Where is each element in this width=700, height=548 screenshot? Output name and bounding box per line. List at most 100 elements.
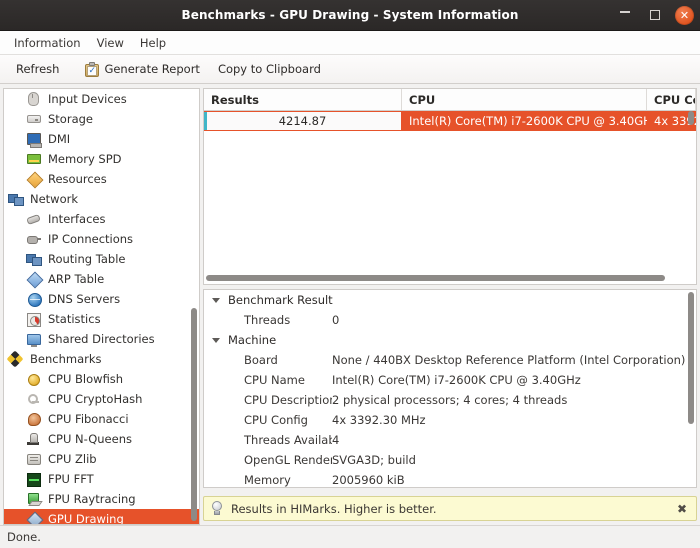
sidebar-item-cpu-fibonacci[interactable]: CPU Fibonacci	[4, 409, 199, 429]
details-value: 0	[332, 313, 696, 327]
maximize-icon	[650, 10, 660, 20]
details-row[interactable]: CPU Description2 physical processors; 4 …	[204, 390, 696, 410]
results-vertical-scrollbar-thumb[interactable]	[688, 111, 694, 125]
sidebar-item-ip-connections[interactable]: IP Connections	[4, 229, 199, 249]
details-value: 2 physical processors; 4 cores; 4 thread…	[332, 393, 696, 407]
menu-item-view[interactable]: View	[89, 34, 132, 52]
details-row[interactable]: CPU NameIntel(R) Core(TM) i7-2600K CPU @…	[204, 370, 696, 390]
menu-item-help[interactable]: Help	[132, 34, 174, 52]
sidebar-scrollbar-thumb[interactable]	[191, 308, 197, 521]
sidebar-item-shared-directories[interactable]: Shared Directories	[4, 329, 199, 349]
details-pane[interactable]: Benchmark Result Threads0MachineBoardNone…	[203, 289, 697, 488]
sidebar-item-fpu-raytracing[interactable]: FPU Raytracing	[4, 489, 199, 509]
details-value: 4x 3392.30 MHz	[332, 413, 696, 427]
details-row[interactable]: CPU Config4x 3392.30 MHz	[204, 410, 696, 430]
details-key: CPU Name	[204, 373, 332, 387]
chevron-down-icon[interactable]	[208, 338, 224, 343]
lightbulb-icon	[210, 501, 224, 516]
hint-bar: Results in HIMarks. Higher is better. ✖	[203, 496, 697, 521]
sidebar-item-label: Shared Directories	[48, 329, 155, 349]
sidebar-item-network[interactable]: Network	[4, 189, 199, 209]
minimize-button[interactable]	[615, 2, 635, 28]
results-vertical-scrollbar[interactable]	[686, 111, 695, 261]
details-list: Benchmark Result Threads0MachineBoardNone…	[204, 290, 696, 488]
diamond-orange-icon	[26, 171, 42, 187]
cell-cpu[interactable]: Intel(R) Core(TM) i7-2600K CPU @ 3.40GHz	[402, 111, 647, 131]
globe-icon	[26, 291, 42, 307]
details-key: CPU Config	[204, 413, 332, 427]
sidebar-item-input-devices[interactable]: Input Devices	[4, 89, 199, 109]
chevron-down-icon[interactable]	[208, 298, 224, 303]
results-table[interactable]: Results CPU CPU Cor 4214.87 Intel(R) Cor…	[203, 88, 697, 285]
sidebar-item-dmi[interactable]: DMI	[4, 129, 199, 149]
status-text: Done.	[7, 530, 41, 544]
table-row[interactable]: 4214.87 Intel(R) Core(TM) i7-2600K CPU @…	[204, 111, 696, 131]
sidebar-item-routing-table[interactable]: Routing Table	[4, 249, 199, 269]
details-row[interactable]: Threads Available4	[204, 430, 696, 450]
sidebar-item-cpu-cryptohash[interactable]: CPU CryptoHash	[4, 389, 199, 409]
refresh-button[interactable]: Refresh	[8, 59, 67, 79]
clipboard-icon: ✓	[85, 62, 99, 77]
sidebar-tree[interactable]: Input DevicesStorageDMIMemory SPDResourc…	[3, 88, 200, 525]
blowfish-icon	[26, 371, 42, 387]
details-key: CPU Description	[204, 393, 332, 407]
sidebar-item-label: DNS Servers	[48, 289, 120, 309]
hint-close-icon[interactable]: ✖	[674, 502, 690, 516]
details-scrollbar-thumb[interactable]	[688, 292, 694, 424]
generate-report-button[interactable]: ✓ Generate Report	[77, 59, 208, 80]
details-scrollbar[interactable]	[686, 292, 695, 485]
sidebar-item-memory-spd[interactable]: Memory SPD	[4, 149, 199, 169]
sidebar-item-label: Benchmarks	[30, 349, 102, 369]
sidebar-item-resources[interactable]: Resources	[4, 169, 199, 189]
results-horizontal-scrollbar[interactable]	[206, 273, 684, 282]
sidebar-item-label: GPU Drawing	[48, 509, 124, 525]
main-content: Input DevicesStorageDMIMemory SPDResourc…	[0, 84, 700, 525]
details-row[interactable]: Threads0	[204, 310, 696, 330]
details-row[interactable]: OpenGL RendererSVGA3D; build	[204, 450, 696, 470]
details-row[interactable]: Memory2005960 kiB	[204, 470, 696, 488]
sidebar-item-dns-servers[interactable]: DNS Servers	[4, 289, 199, 309]
details-group-benchmark-result[interactable]: Benchmark Result	[204, 290, 696, 310]
toolbar: Refresh ✓ Generate Report Copy to Clipbo…	[0, 55, 700, 84]
sidebar-item-label: Memory SPD	[48, 149, 122, 169]
sidebar-item-cpu-blowfish[interactable]: CPU Blowfish	[4, 369, 199, 389]
sidebar-item-statistics[interactable]: Statistics	[4, 309, 199, 329]
sidebar-item-benchmarks[interactable]: Benchmarks	[4, 349, 199, 369]
menu-bar: Information View Help	[0, 31, 700, 55]
generate-report-label: Generate Report	[104, 62, 200, 76]
sidebar-item-label: CPU Fibonacci	[48, 409, 129, 429]
close-button[interactable]: ✕	[675, 6, 694, 25]
details-value: SVGA3D; build	[332, 453, 696, 467]
sidebar-item-arp-table[interactable]: ARP Table	[4, 269, 199, 289]
sidebar-item-label: Statistics	[48, 309, 101, 329]
details-group-machine[interactable]: Machine	[204, 330, 696, 350]
results-horizontal-scrollbar-thumb[interactable]	[206, 275, 665, 281]
refresh-label: Refresh	[16, 62, 59, 76]
details-key: Board	[204, 353, 332, 367]
menu-item-information[interactable]: Information	[6, 34, 89, 52]
cell-results[interactable]: 4214.87	[204, 111, 402, 131]
sidebar-item-cpu-zlib[interactable]: CPU Zlib	[4, 449, 199, 469]
maximize-button[interactable]	[645, 5, 665, 25]
sidebar-item-fpu-fft[interactable]: FPU FFT	[4, 469, 199, 489]
sidebar-item-interfaces[interactable]: Interfaces	[4, 209, 199, 229]
sidebar-item-label: CPU N-Queens	[48, 429, 132, 449]
details-group-label: Benchmark Result	[224, 293, 333, 307]
sidebar-item-gpu-drawing[interactable]: GPU Drawing	[4, 509, 199, 525]
column-header-cpu[interactable]: CPU	[402, 89, 647, 110]
oscilloscope-icon	[26, 471, 42, 487]
sidebar-scrollbar[interactable]	[189, 90, 198, 523]
sidebar-item-cpu-n-queens[interactable]: CPU N-Queens	[4, 429, 199, 449]
details-key: Threads Available	[204, 433, 332, 447]
shell-icon	[26, 411, 42, 427]
sidebar-item-storage[interactable]: Storage	[4, 109, 199, 129]
copy-to-clipboard-button[interactable]: Copy to Clipboard	[210, 59, 329, 79]
details-row[interactable]: BoardNone / 440BX Desktop Reference Plat…	[204, 350, 696, 370]
sidebar-tree-list: Input DevicesStorageDMIMemory SPDResourc…	[4, 89, 199, 525]
details-key: OpenGL Renderer	[204, 453, 332, 467]
column-header-cpu-cores[interactable]: CPU Cor	[647, 89, 696, 110]
column-header-results[interactable]: Results	[204, 89, 402, 110]
details-value: 4	[332, 433, 696, 447]
application-window: Benchmarks - GPU Drawing - System Inform…	[0, 0, 700, 548]
chart-icon	[26, 311, 42, 327]
